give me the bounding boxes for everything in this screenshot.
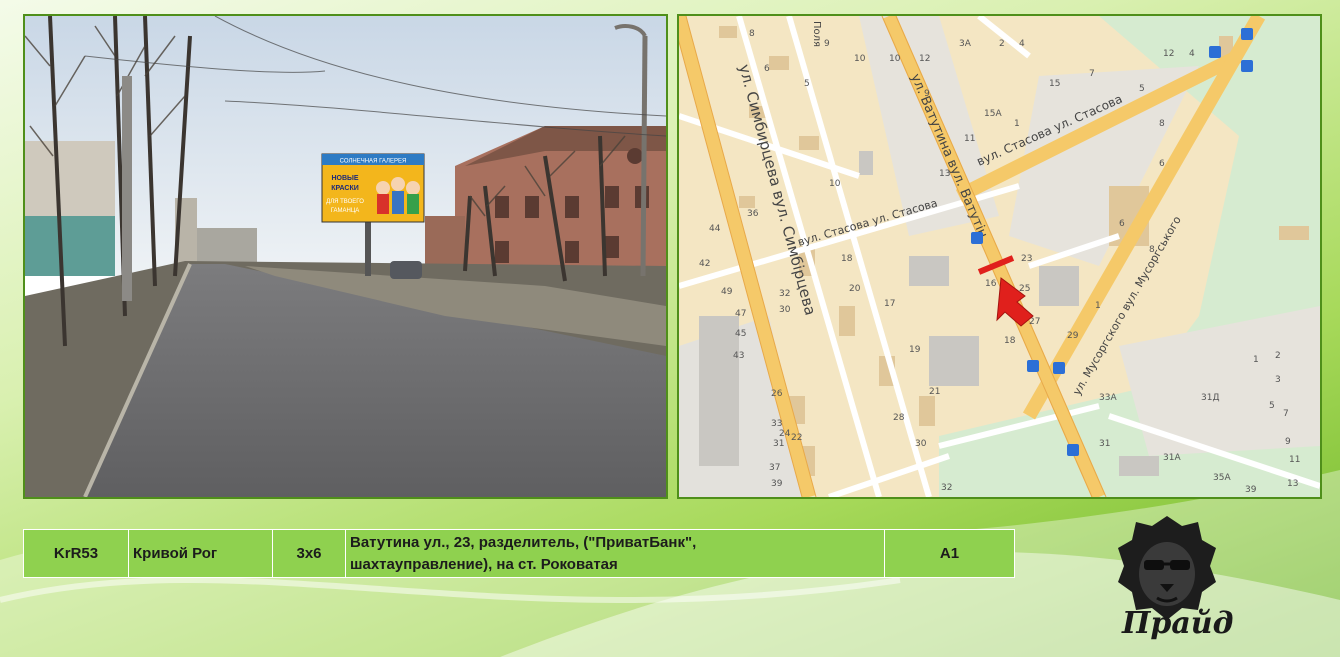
map-house-number: 7 [1283, 409, 1289, 419]
map-house-number: 21 [929, 387, 940, 397]
map-house-number: 33 [771, 419, 782, 429]
map-house-number: 9 [924, 89, 930, 99]
map-house-number: 4 [1019, 39, 1025, 49]
map-house-number: 5 [1139, 84, 1145, 94]
map-house-number: 7 [1089, 69, 1095, 79]
map-house-number: 31 [1099, 439, 1110, 449]
map-house-number: 42 [699, 259, 710, 269]
map-house-number: 19 [909, 345, 921, 355]
map-house-number: 13 [1287, 479, 1298, 489]
billboard-info-table: KrR53 Кривой Рог 3х6 Ватутина ул., 23, р… [23, 529, 1015, 578]
map-house-number: 5 [1269, 401, 1275, 411]
map-house-number: 15 [1049, 79, 1060, 89]
billboard-address-line1: Ватутина ул., 23, разделитель, ("ПриватБ… [350, 533, 697, 551]
map-house-number: 12 [919, 54, 930, 64]
map-house-number: 1 [1095, 301, 1101, 311]
map-house-number: 20 [849, 284, 861, 294]
map-house-number: 18 [1004, 336, 1016, 346]
billboard-text-1: СОЛНЕЧНАЯ ГАЛЕРЕЯ [340, 159, 407, 165]
map-house-number: 16 [985, 279, 997, 289]
map-house-number: 39 [771, 479, 783, 489]
map-house-number: 8 [1159, 119, 1165, 129]
billboard-side: А1 [884, 529, 1015, 578]
billboard-photo: СОЛНЕЧНАЯ ГАЛЕРЕЯ НОВЫЕ КРАСКИ ДЛЯ ТВОЕГ… [23, 14, 668, 499]
map-house-number: 11 [964, 134, 975, 144]
map-house-number: 30 [915, 439, 927, 449]
map-house-number: 47 [735, 309, 746, 319]
map-house-number: 31Д [1201, 393, 1219, 403]
map-house-number: 4 [1189, 49, 1195, 59]
map-house-number: 9 [824, 39, 830, 49]
map-house-number: 31А [1163, 453, 1181, 463]
billboard-text-2: НОВЫЕ [331, 175, 358, 182]
map-house-number: 35А [1213, 473, 1231, 483]
map-house-number: 10 [854, 54, 866, 64]
map-house-number: 43 [733, 351, 744, 361]
map-house-number: 3 [1275, 375, 1281, 385]
map-house-number: 30 [779, 305, 791, 315]
billboard-text-3: КРАСКИ [331, 185, 359, 192]
map-house-number: 37 [769, 463, 780, 473]
map-house-number: 31 [773, 439, 784, 449]
map-house-number: 24 [779, 429, 791, 439]
map-house-number: 2 [1275, 351, 1281, 361]
map-house-number: 1 [1253, 355, 1259, 365]
billboard-text-5: ГАМАНЦА [331, 208, 360, 214]
billboard-city: Кривой Рог [128, 529, 273, 578]
map-house-number: 23 [1021, 254, 1032, 264]
map-house-number: 32 [941, 483, 952, 493]
billboard-address-line2: шахтауправление), на ст. Роковатая [350, 555, 618, 573]
map-house-number: 28 [893, 413, 905, 423]
map-house-number: 13 [939, 169, 950, 179]
table-row: KrR53 Кривой Рог 3х6 Ватутина ул., 23, р… [23, 529, 1015, 578]
billboard-size: 3х6 [272, 529, 346, 578]
map-illustration: ул. Симбирцева вул. Симбірцева ул. Ватут… [679, 16, 1320, 497]
map-house-number: 3А [959, 39, 972, 49]
map-house-number: 8 [749, 29, 755, 39]
map-house-number: 22 [791, 433, 802, 443]
map-house-number: 2 [999, 39, 1005, 49]
street-photo-illustration: СОЛНЕЧНАЯ ГАЛЕРЕЯ НОВЫЕ КРАСКИ ДЛЯ ТВОЕГ… [25, 16, 666, 497]
map-house-number: 33А [1099, 393, 1117, 403]
map-house-number: 10 [889, 54, 901, 64]
location-map: ул. Симбирцева вул. Симбірцева ул. Ватут… [677, 14, 1322, 499]
map-house-number: 44 [709, 224, 721, 234]
map-street-polya: Поля [811, 21, 822, 47]
map-house-number: 26 [771, 389, 783, 399]
map-house-number: 6 [764, 64, 770, 74]
map-house-number: 18 [841, 254, 853, 264]
billboard-characters [376, 177, 420, 214]
map-house-number: 6 [1159, 159, 1165, 169]
map-house-number: 29 [1067, 331, 1079, 341]
map-house-number: 9 [1285, 437, 1291, 447]
map-house-number: 11 [1289, 455, 1300, 465]
map-house-number: 6 [1119, 219, 1125, 229]
billboard-address: Ватутина ул., 23, разделитель, ("ПриватБ… [345, 529, 885, 578]
map-house-number: 12 [1163, 49, 1174, 59]
billboard-text-4: ДЛЯ ТВОЕГО [326, 199, 364, 205]
map-house-number: 17 [884, 299, 895, 309]
map-house-number: 45 [735, 329, 746, 339]
map-house-number: 1 [1014, 119, 1020, 129]
map-house-number: 39 [1245, 485, 1257, 495]
map-house-number: 15А [984, 109, 1002, 119]
map-house-number: 8 [1149, 245, 1155, 255]
map-house-number: 36 [747, 209, 759, 219]
logo-text: Прайд [1122, 606, 1234, 641]
map-house-number: 32 [779, 289, 790, 299]
billboard-code: KrR53 [23, 529, 129, 578]
map-house-number: 10 [829, 179, 841, 189]
map-house-number: 5 [804, 79, 810, 89]
map-house-number: 49 [721, 287, 733, 297]
